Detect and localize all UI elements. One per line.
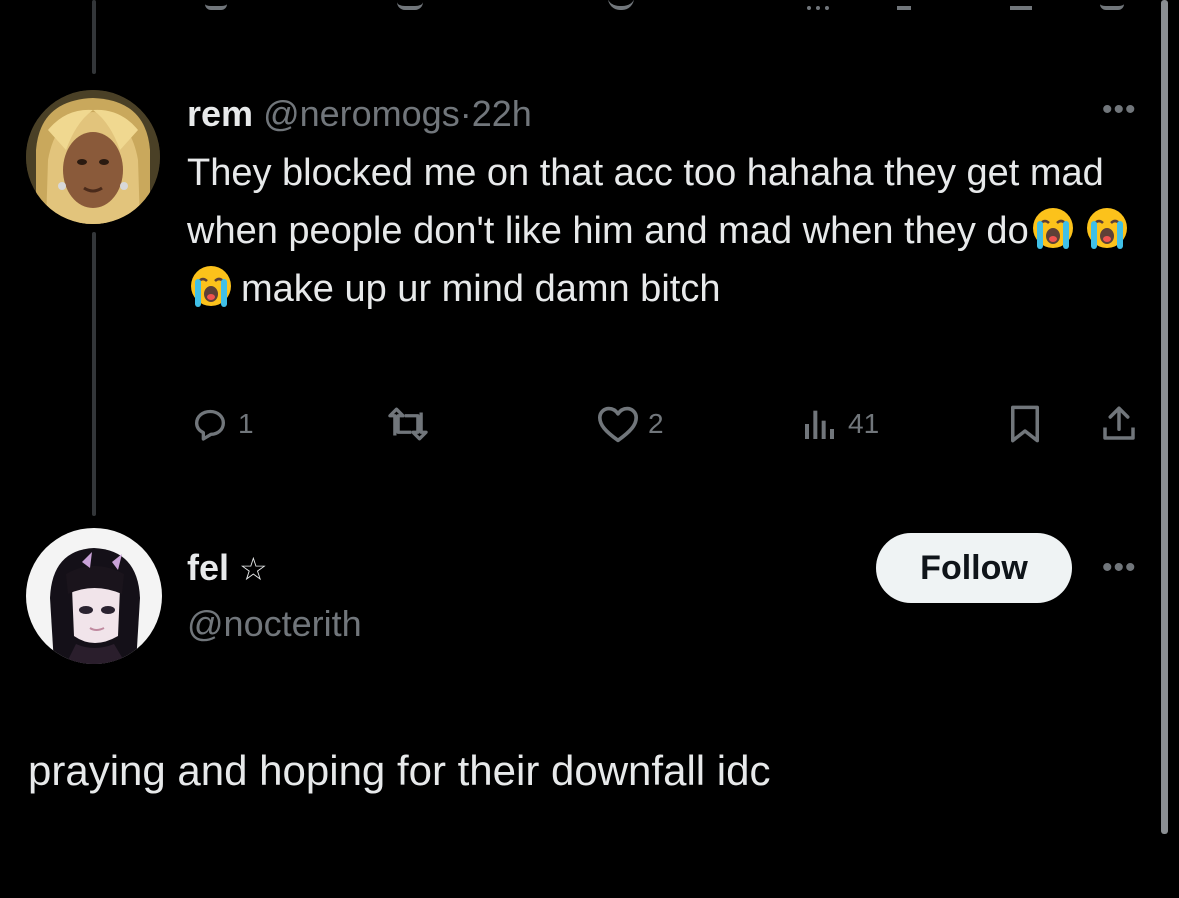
- share-icon: [1103, 406, 1135, 440]
- post-author-name-row: fel ☆: [187, 546, 268, 591]
- more-horizontal-icon[interactable]: •••: [1102, 95, 1137, 125]
- like-count: 2: [648, 408, 664, 439]
- follow-button[interactable]: Follow: [876, 533, 1072, 603]
- views-icon: [805, 410, 834, 439]
- reply-text-part1: They blocked me on that acc too hahaha t…: [187, 152, 1104, 252]
- retweet-icon: [388, 407, 428, 441]
- reply-header: rem @neromogs·22h: [187, 92, 532, 136]
- avatar-fel[interactable]: [26, 528, 162, 664]
- share-button[interactable]: [1098, 404, 1140, 444]
- avatar-image: [26, 528, 162, 664]
- reply-separator: ·: [459, 93, 472, 134]
- scrollbar[interactable]: [1161, 0, 1168, 834]
- post-text: praying and hoping for their downfall id…: [28, 747, 771, 794]
- avatar-image: [26, 90, 160, 224]
- post-handle[interactable]: @nocterith: [187, 602, 362, 646]
- loudly-crying-face-icon: [1085, 206, 1129, 250]
- like-button[interactable]: 2: [596, 404, 664, 444]
- more-horizontal-icon[interactable]: •••: [1102, 553, 1137, 583]
- reply-text: They blocked me on that acc too hahaha t…: [187, 144, 1137, 318]
- previous-tweet-action-bar: [185, 0, 1145, 16]
- reply-text-part2: make up ur mind damn bitch: [241, 268, 721, 310]
- views-count: 41: [848, 408, 880, 439]
- reply-button[interactable]: 1: [190, 404, 254, 444]
- reply-icon: [195, 409, 225, 441]
- loudly-crying-face-icon: [1031, 206, 1075, 250]
- reply-handle[interactable]: @neromogs: [263, 93, 460, 134]
- reply-display-name[interactable]: rem: [187, 93, 253, 134]
- post-display-name[interactable]: fel: [187, 547, 229, 588]
- retweet-button[interactable]: [385, 404, 439, 444]
- bookmark-button[interactable]: [1006, 404, 1044, 444]
- reply-count: 1: [238, 408, 254, 439]
- loudly-crying-face-icon: [189, 264, 233, 308]
- star-badge-icon: ☆: [239, 551, 268, 587]
- reply-time[interactable]: 22h: [472, 93, 532, 134]
- bookmark-icon: [1011, 405, 1039, 443]
- views-button[interactable]: 41: [800, 404, 879, 444]
- like-icon: [597, 406, 638, 443]
- thread-connector-line-top: [92, 0, 96, 74]
- thread-connector-line: [92, 232, 96, 516]
- avatar-rem[interactable]: [26, 90, 160, 224]
